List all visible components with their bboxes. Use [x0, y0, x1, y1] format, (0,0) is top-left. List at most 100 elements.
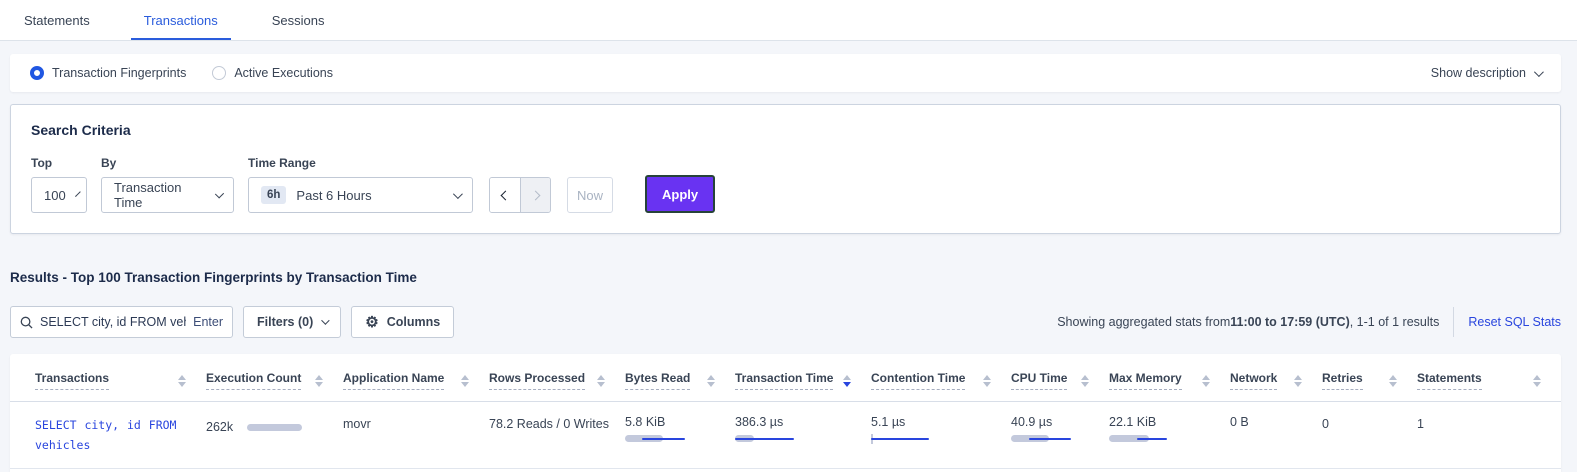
sort-icon: [1081, 375, 1089, 387]
radio-active-executions[interactable]: Active Executions: [212, 66, 333, 80]
cell-contention-time: 5.1 µs: [871, 402, 1011, 469]
mean-bar: [1029, 438, 1071, 441]
mean-bar: [642, 438, 685, 441]
chevron-down-icon: [75, 191, 81, 197]
top-select[interactable]: 100: [31, 177, 87, 213]
mean-bar: [871, 438, 929, 441]
table-row: SELECT city, id FROM vehicles 262k movr …: [10, 402, 1561, 469]
search-box[interactable]: Enter: [10, 306, 233, 338]
retries-value: 0: [1322, 415, 1329, 431]
time-range-select[interactable]: 6h Past 6 Hours: [248, 177, 473, 213]
column-header-bytes-read[interactable]: Bytes Read: [625, 356, 735, 402]
cell-statements: 1: [1417, 402, 1561, 469]
results-heading: Results - Top 100 Transaction Fingerprin…: [10, 270, 1561, 285]
columns-button[interactable]: ⚙ Columns: [351, 306, 454, 338]
application-name-value: movr: [343, 415, 371, 431]
column-header-statements[interactable]: Statements: [1417, 356, 1561, 402]
sort-icon: [707, 375, 715, 387]
column-header-network[interactable]: Network: [1230, 356, 1322, 402]
column-header-transactions[interactable]: Transactions: [10, 356, 206, 402]
tab-sessions[interactable]: Sessions: [259, 2, 338, 40]
time-range-next-button[interactable]: [520, 178, 550, 212]
transaction-time-value: 386.3 µs: [735, 415, 783, 429]
view-toggle-group: Transaction Fingerprints Active Executio…: [30, 66, 333, 80]
cell-application-name: movr: [343, 402, 489, 469]
chevron-left-icon: [500, 190, 510, 200]
max-memory-barchart: [1109, 434, 1191, 445]
cpu-time-value: 40.9 µs: [1011, 415, 1052, 429]
by-select[interactable]: Transaction Time: [101, 177, 234, 213]
by-label: By: [101, 156, 234, 170]
sort-icon: [1294, 375, 1302, 387]
results-controls: Enter Filters (0) ⚙ Columns Showing aggr…: [10, 306, 1561, 338]
column-header-execution-count[interactable]: Execution Count: [206, 356, 343, 402]
statements-value: 1: [1417, 415, 1424, 431]
sort-icon: [315, 375, 323, 387]
show-description-label: Show description: [1431, 66, 1526, 80]
top-field: Top 100: [31, 156, 87, 213]
filters-label: Filters (0): [257, 315, 313, 329]
cell-transaction: SELECT city, id FROM vehicles: [10, 402, 206, 469]
cell-max-memory: 22.1 KiB: [1109, 402, 1230, 469]
filters-button[interactable]: Filters (0): [243, 306, 341, 338]
columns-label: Columns: [387, 315, 440, 329]
time-range-prev-button[interactable]: [490, 178, 520, 212]
mean-bar: [1137, 438, 1167, 441]
show-description-toggle[interactable]: Show description: [1431, 66, 1541, 80]
gear-icon: ⚙: [365, 315, 378, 330]
search-criteria-card: Search Criteria Top 100 By Transaction T…: [10, 104, 1561, 234]
top-select-value: 100: [44, 188, 66, 203]
mean-bar: [735, 438, 794, 441]
chevron-down-icon: [1534, 67, 1544, 77]
search-input[interactable]: [40, 315, 186, 329]
results-table-card: Transactions Execution Count Application…: [10, 354, 1561, 472]
column-header-cpu-time[interactable]: CPU Time: [1011, 356, 1109, 402]
column-header-transaction-time[interactable]: Transaction Time: [735, 356, 871, 402]
sort-icon: [1533, 375, 1541, 387]
by-field: By Transaction Time: [101, 156, 234, 213]
max-memory-value: 22.1 KiB: [1109, 415, 1156, 429]
apply-button[interactable]: Apply: [645, 175, 715, 213]
sort-desc-icon: [843, 375, 851, 387]
time-range-arrows: [489, 177, 551, 213]
column-header-rows-processed[interactable]: Rows Processed: [489, 356, 625, 402]
column-header-application-name[interactable]: Application Name: [343, 356, 489, 402]
stats-prefix: Showing aggregated stats from: [1057, 315, 1230, 329]
radio-unselected-icon: [212, 66, 226, 80]
aggregated-stats-text: Showing aggregated stats from 11:00 to 1…: [1057, 315, 1439, 329]
cell-cpu-time: 40.9 µs: [1011, 402, 1109, 469]
column-header-retries[interactable]: Retries: [1322, 356, 1417, 402]
cell-execution-count: 262k: [206, 402, 343, 469]
tab-transactions[interactable]: Transactions: [131, 2, 231, 40]
radio-label: Active Executions: [234, 66, 333, 80]
bytes-read-barchart: [625, 434, 707, 445]
contention-time-value: 5.1 µs: [871, 415, 905, 429]
column-header-contention-time[interactable]: Contention Time: [871, 356, 1011, 402]
stats-range: 11:00 to 17:59 (UTC): [1230, 315, 1349, 329]
tab-statements[interactable]: Statements: [11, 2, 103, 40]
transaction-time-barchart: [735, 434, 817, 445]
chevron-down-icon: [214, 189, 224, 199]
cell-bytes-read: 5.8 KiB: [625, 402, 735, 469]
execution-count-bar: [247, 424, 302, 431]
cell-rows-processed: 78.2 Reads / 0 Writes: [489, 402, 625, 469]
cell-retries: 0: [1322, 402, 1417, 469]
reset-sql-stats-link[interactable]: Reset SQL Stats: [1468, 315, 1561, 329]
now-button[interactable]: Now: [567, 177, 613, 213]
search-criteria-title: Search Criteria: [31, 122, 1540, 138]
cell-transaction-time: 386.3 µs: [735, 402, 871, 469]
chevron-down-icon: [321, 316, 329, 324]
sort-icon: [1202, 375, 1210, 387]
time-range-label: Time Range: [248, 156, 473, 170]
table-header-row: Transactions Execution Count Application…: [10, 356, 1561, 402]
radio-transaction-fingerprints[interactable]: Transaction Fingerprints: [30, 66, 186, 80]
time-range-value: Past 6 Hours: [296, 188, 371, 203]
stats-suffix: , 1-1 of 1 results: [1350, 315, 1440, 329]
rows-processed-value: 78.2 Reads / 0 Writes: [489, 415, 609, 431]
cell-network: 0 B: [1230, 402, 1322, 469]
chevron-right-icon: [531, 190, 541, 200]
transaction-fingerprint-link[interactable]: SELECT city, id FROM vehicles: [35, 415, 185, 455]
network-value: 0 B: [1230, 415, 1249, 429]
column-header-max-memory[interactable]: Max Memory: [1109, 356, 1230, 402]
sort-icon: [983, 375, 991, 387]
